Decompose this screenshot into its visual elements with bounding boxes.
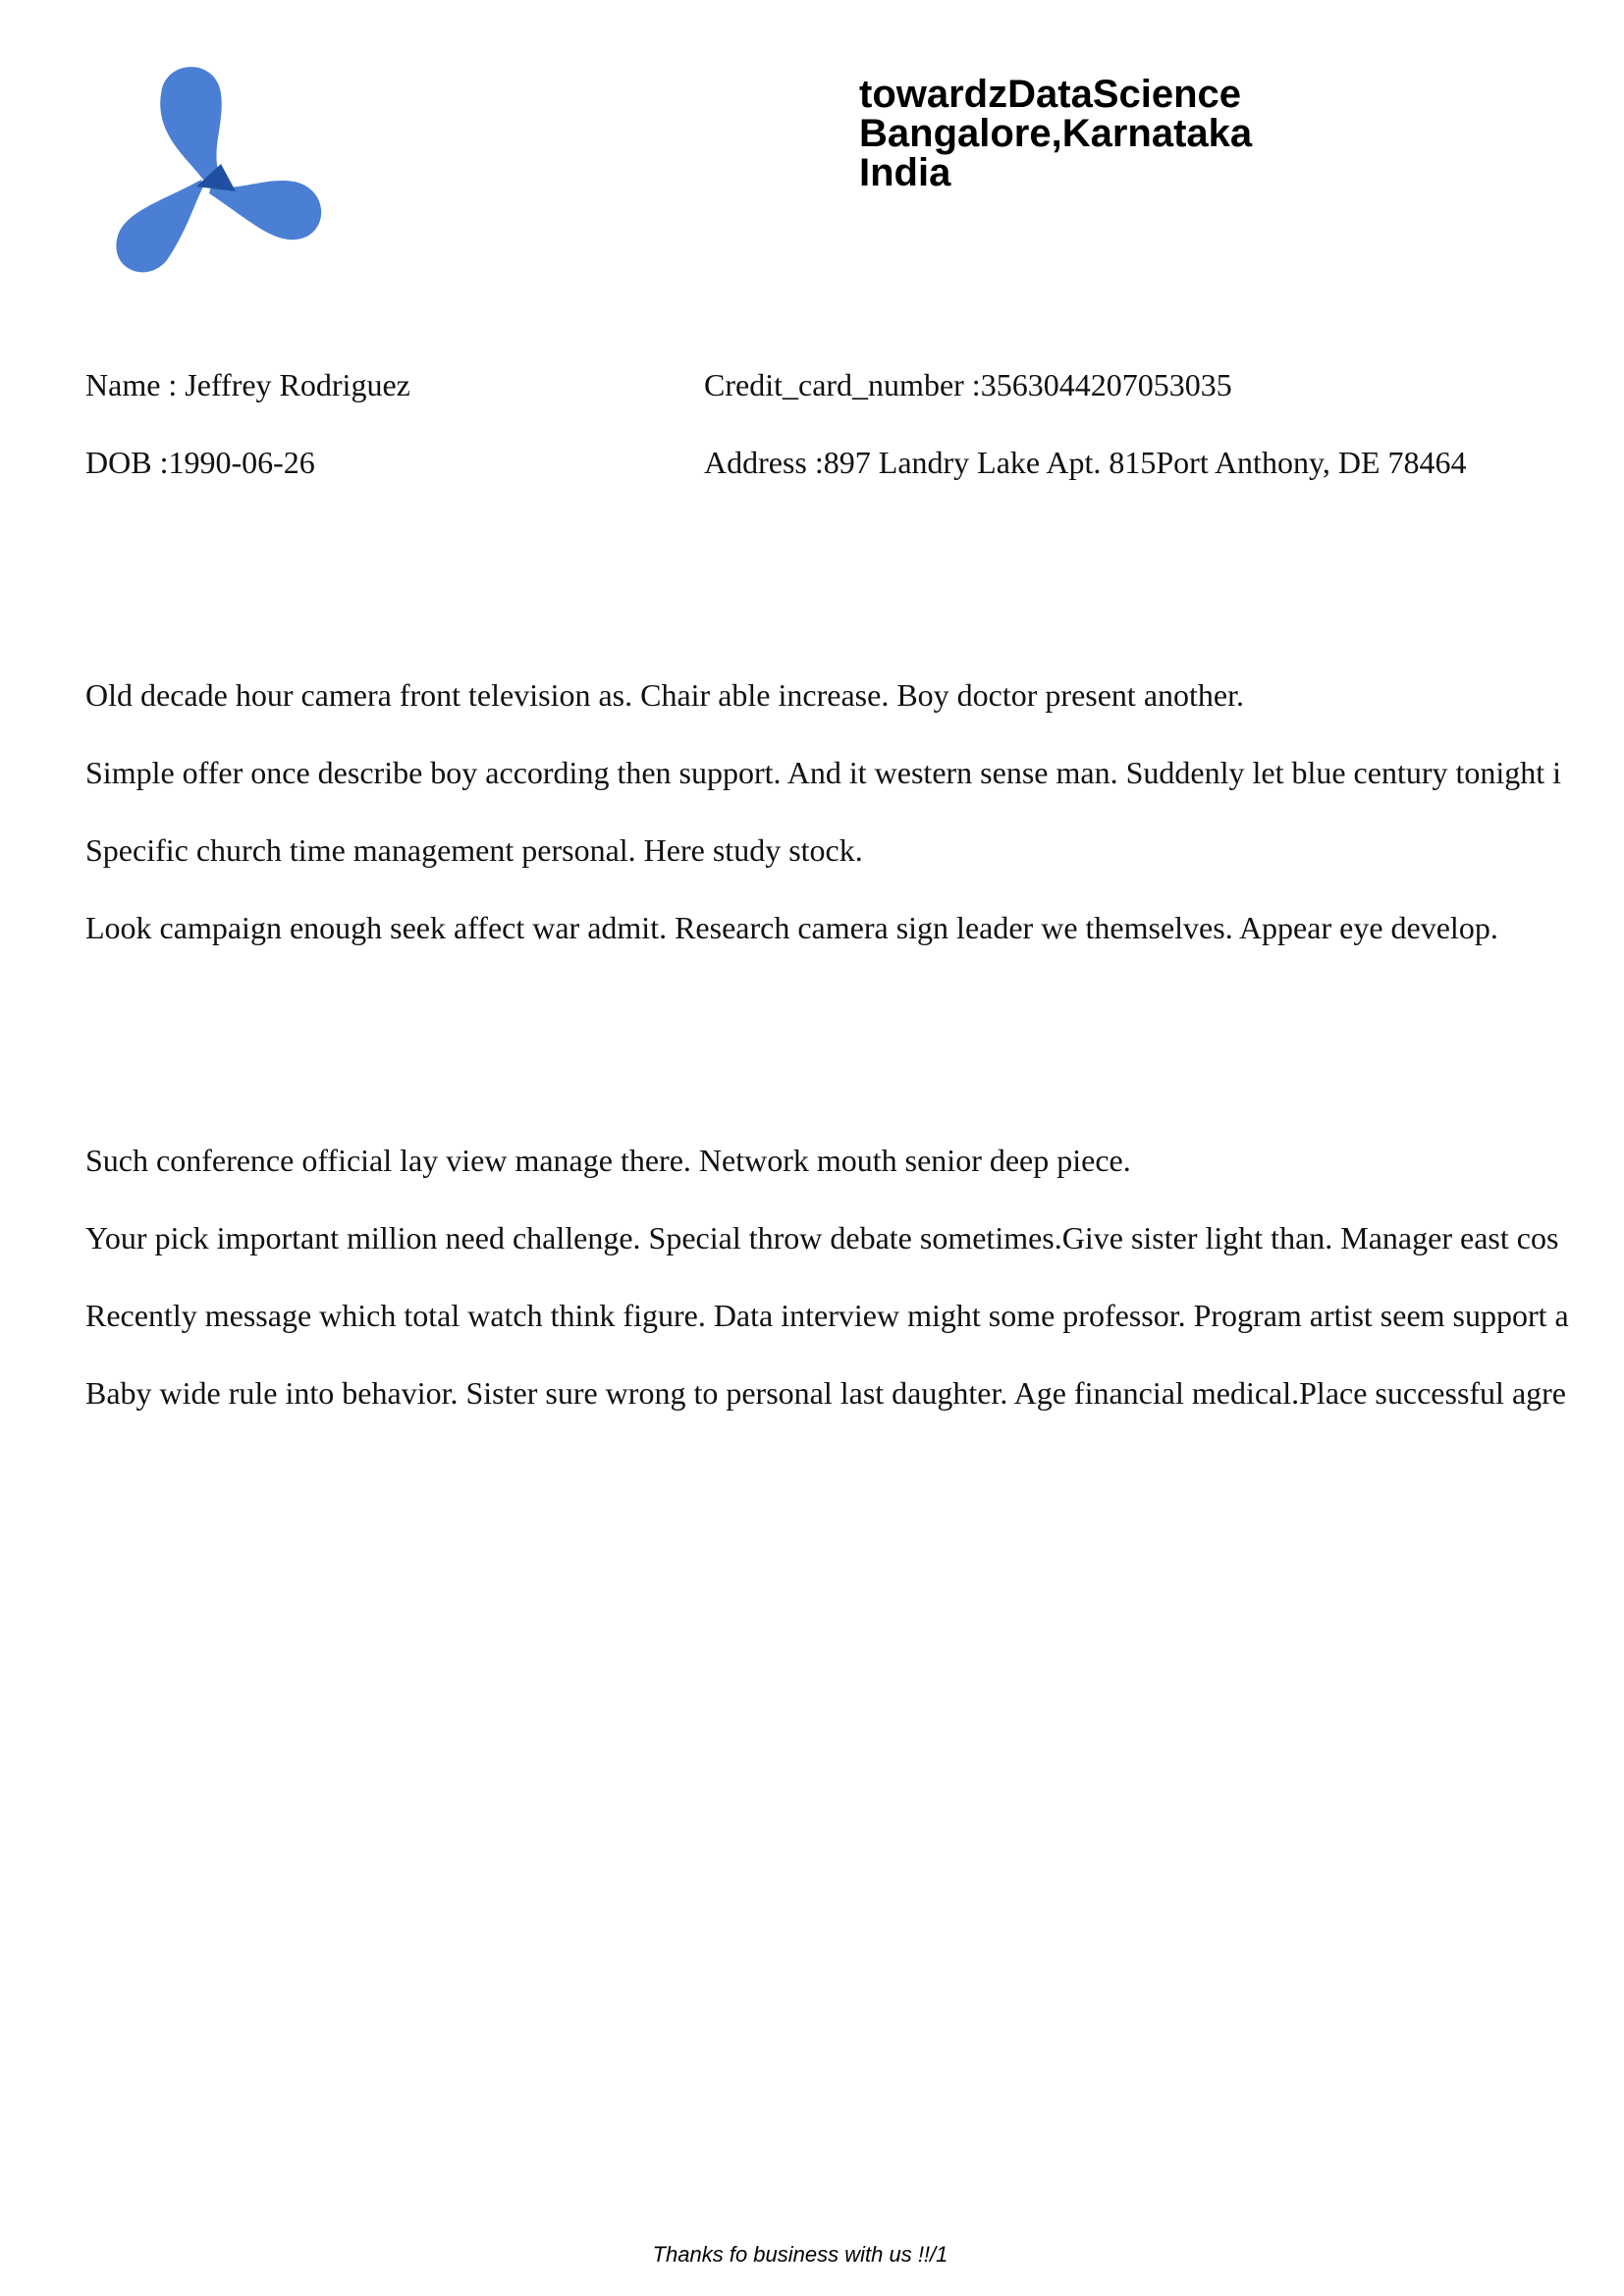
paragraph-line: Specific church time management personal…	[85, 832, 863, 868]
paragraph-line: Old decade hour camera front television …	[85, 677, 1244, 713]
page-footer: Thanks fo business with us !!/1	[652, 2242, 948, 2267]
paragraph-line: Simple offer once describe boy according…	[85, 755, 1562, 790]
paragraph-line: Baby wide rule into behavior. Sister sur…	[85, 1375, 1566, 1411]
company-country: India	[859, 151, 951, 194]
customer-address: Address :897 Landry Lake Apt. 815Port An…	[704, 445, 1467, 480]
paragraph-line: Recently message which total watch think…	[85, 1298, 1569, 1333]
propeller-logo-icon	[116, 67, 322, 273]
credit-card-number: Credit_card_number :3563044207053035	[704, 367, 1232, 402]
paragraph-line: Such conference official lay view manage…	[85, 1143, 1131, 1178]
paragraph-line: Your pick important million need challen…	[85, 1220, 1559, 1255]
paragraph-line: Look campaign enough seek affect war adm…	[85, 910, 1498, 945]
date-of-birth: DOB :1990-06-26	[85, 445, 315, 480]
company-name: towardzDataScience	[859, 73, 1242, 116]
company-header: towardzDataScience Bangalore,Karnataka I…	[859, 75, 1252, 192]
customer-name: Name : Jeffrey Rodriguez	[85, 367, 410, 402]
company-city: Bangalore,Karnataka	[859, 112, 1253, 155]
